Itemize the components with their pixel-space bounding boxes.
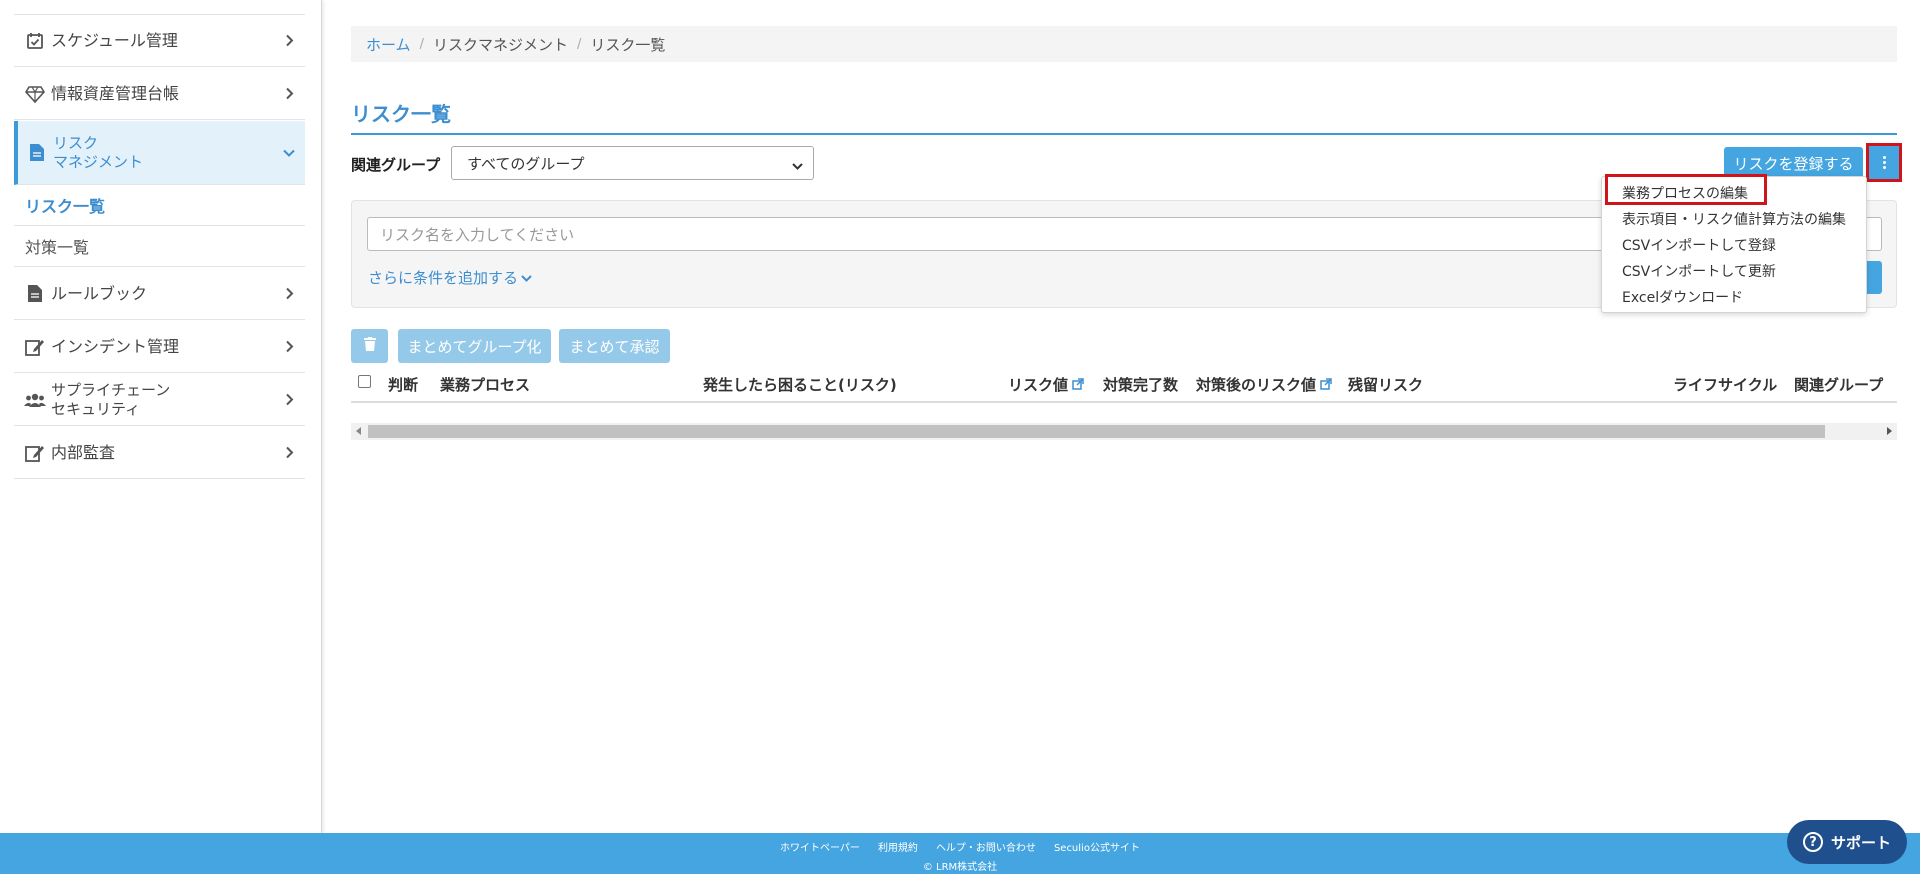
- external-link-icon[interactable]: [1072, 376, 1084, 394]
- document-icon: [26, 142, 48, 164]
- kebab-menu-icon: [1882, 156, 1886, 169]
- menu-item-excel-download[interactable]: Excelダウンロード: [1622, 287, 1743, 307]
- breadcrumb-separator: /: [419, 36, 424, 52]
- calendar-check-icon: [24, 30, 46, 52]
- users-icon: [24, 389, 46, 411]
- column-header-lifecycle[interactable]: ライフサイクル: [1673, 374, 1777, 395]
- menu-item-csv-import-register[interactable]: CSVインポートして登録: [1622, 235, 1776, 255]
- breadcrumb: ホーム / リスクマネジメント / リスク一覧: [351, 26, 1897, 62]
- column-header-residual-risk[interactable]: 残留リスク: [1348, 374, 1423, 395]
- column-header-label: リスク値: [1008, 376, 1069, 394]
- more-options-button[interactable]: [1866, 143, 1902, 182]
- search-button[interactable]: [1866, 261, 1882, 294]
- scroll-right-icon[interactable]: [1887, 427, 1892, 435]
- chevron-right-icon: [285, 337, 295, 356]
- chevron-right-icon: [285, 284, 295, 303]
- column-header-judgment[interactable]: 判断: [388, 374, 418, 395]
- column-header-post-risk-value[interactable]: 対策後のリスク値: [1196, 374, 1332, 395]
- sidebar-item-label: 情報資産管理台帳: [51, 84, 180, 103]
- chevron-down-icon: [792, 157, 803, 175]
- support-button[interactable]: ? サポート: [1787, 820, 1907, 864]
- file-icon: [24, 283, 46, 305]
- more-options-menu: 業務プロセスの編集 表示項目・リスク値計算方法の編集 CSVインポートして登録 …: [1601, 174, 1867, 313]
- delete-button[interactable]: [351, 329, 388, 363]
- column-header-risk[interactable]: 発生したら困ること(リスク): [703, 374, 897, 395]
- chevron-right-icon: [285, 84, 295, 103]
- sidebar-item-incident[interactable]: インシデント管理: [14, 321, 305, 373]
- group-filter-label: 関連グループ: [351, 156, 441, 174]
- bulk-approve-button[interactable]: まとめて承認: [559, 329, 670, 363]
- support-label: サポート: [1830, 833, 1891, 852]
- chevron-right-icon: [285, 390, 295, 409]
- breadcrumb-risk-management[interactable]: リスクマネジメント: [433, 34, 568, 55]
- menu-item-csv-import-update[interactable]: CSVインポートして更新: [1622, 261, 1776, 281]
- menu-item-edit-business-process[interactable]: 業務プロセスの編集: [1622, 183, 1748, 203]
- sidebar-item-label: サプライチェーン セキュリティ: [51, 380, 171, 418]
- title-divider: [351, 133, 1897, 135]
- column-header-business-process[interactable]: 業務プロセス: [440, 374, 530, 395]
- scroll-left-icon[interactable]: [356, 427, 361, 435]
- sidebar-item-supply-chain[interactable]: サプライチェーン セキュリティ: [14, 374, 305, 426]
- column-header-label: 対策後のリスク値: [1196, 376, 1317, 394]
- column-header-related-group[interactable]: 関連グループ: [1794, 374, 1883, 395]
- question-icon: ?: [1802, 832, 1823, 852]
- edit-icon: [24, 442, 46, 464]
- scrollbar-thumb[interactable]: [368, 425, 1825, 438]
- edit-icon: [24, 336, 46, 358]
- diamond-icon: [24, 83, 46, 105]
- sidebar-item-label: インシデント管理: [51, 337, 180, 356]
- select-all-checkbox[interactable]: [358, 375, 371, 388]
- breadcrumb-separator: /: [576, 36, 582, 52]
- external-link-icon[interactable]: [1320, 376, 1332, 394]
- column-header-risk-value[interactable]: リスク値: [1008, 374, 1084, 395]
- group-select[interactable]: すべてのグループ: [451, 146, 814, 180]
- footer-link-official-site[interactable]: Seculio公式サイト: [1054, 839, 1140, 854]
- sidebar: スケジュール管理 情報資産管理台帳 リスク マネジメント リスク一覧 対策一覧 …: [0, 0, 322, 833]
- chevron-down-icon: [521, 269, 532, 287]
- chevron-right-icon: [285, 443, 295, 462]
- menu-item-edit-display-items[interactable]: 表示項目・リスク値計算方法の編集: [1622, 209, 1846, 229]
- footer-links: ホワイトペーパー 利用規約 ヘルプ・お問い合わせ Seculio公式サイト: [0, 839, 1920, 854]
- sidebar-item-label: 内部監査: [51, 443, 116, 462]
- sidebar-item-label: リスク マネジメント: [53, 133, 144, 171]
- page-title: リスク一覧: [351, 102, 451, 126]
- footer-link-whitepaper[interactable]: ホワイトペーパー: [780, 839, 860, 854]
- footer: ホワイトペーパー 利用規約 ヘルプ・お問い合わせ Seculio公式サイト © …: [0, 833, 1920, 874]
- column-header-measures-done[interactable]: 対策完了数: [1103, 374, 1178, 395]
- sidebar-item-label: ルールブック: [51, 284, 148, 303]
- chevron-right-icon: [285, 31, 295, 50]
- table-header-divider: [351, 401, 1897, 403]
- sidebar-item-label: スケジュール管理: [51, 31, 178, 50]
- sidebar-item-internal-audit[interactable]: 内部監査: [14, 427, 305, 479]
- sidebar-item-asset-ledger[interactable]: 情報資産管理台帳: [14, 68, 305, 120]
- footer-link-terms[interactable]: 利用規約: [878, 839, 918, 854]
- sidebar-item-risk-management[interactable]: リスク マネジメント: [14, 121, 305, 185]
- sidebar-sub-risk-list[interactable]: リスク一覧: [14, 185, 305, 226]
- chevron-down-icon: [283, 143, 295, 162]
- sidebar-item-rulebook[interactable]: ルールブック: [14, 268, 305, 320]
- breadcrumb-home[interactable]: ホーム: [366, 34, 411, 55]
- footer-link-help[interactable]: ヘルプ・お問い合わせ: [936, 839, 1036, 854]
- breadcrumb-current: リスク一覧: [590, 35, 666, 54]
- group-select-value: すべてのグループ: [467, 154, 585, 173]
- copyright: © LRM株式会社: [922, 862, 998, 873]
- horizontal-scrollbar[interactable]: [351, 423, 1897, 440]
- sidebar-item-schedule[interactable]: スケジュール管理: [14, 15, 305, 67]
- bulk-group-button[interactable]: まとめてグループ化: [398, 329, 551, 363]
- sidebar-sub-measure-list[interactable]: 対策一覧: [14, 226, 305, 267]
- trash-icon: [363, 337, 376, 355]
- add-conditions-label: さらに条件を追加する: [368, 269, 519, 287]
- add-conditions-link[interactable]: さらに条件を追加する: [368, 267, 532, 288]
